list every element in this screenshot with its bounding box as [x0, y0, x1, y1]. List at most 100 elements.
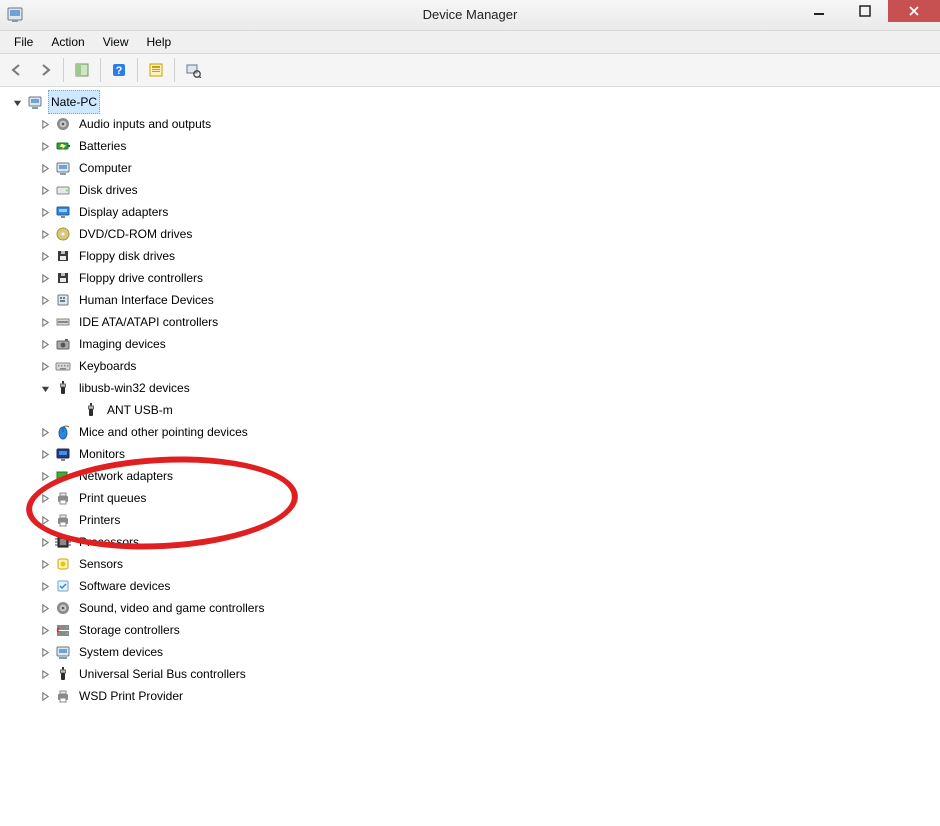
expand-icon[interactable]	[38, 183, 52, 197]
toolbar-separator	[63, 58, 64, 82]
expand-icon[interactable]	[38, 117, 52, 131]
expand-icon[interactable]	[38, 447, 52, 461]
speaker-icon	[54, 599, 72, 617]
expand-icon[interactable]	[38, 205, 52, 219]
tree-category-audio[interactable]: Audio inputs and outputs	[4, 113, 940, 135]
expand-icon[interactable]	[38, 337, 52, 351]
menu-view[interactable]: View	[95, 31, 137, 53]
tree-category-floppy[interactable]: Floppy disk drives	[4, 245, 940, 267]
tree-category-usbctl[interactable]: Universal Serial Bus controllers	[4, 663, 940, 685]
maximize-button[interactable]	[842, 0, 888, 22]
tree-item-label: Human Interface Devices	[76, 288, 217, 312]
scan-hardware-button[interactable]	[180, 57, 206, 83]
tree-root-computer[interactable]: Nate-PC	[4, 91, 940, 113]
tree-item-label: Printers	[76, 508, 123, 532]
keyboard-icon	[54, 357, 72, 375]
tree-category-ide[interactable]: IDE ATA/ATAPI controllers	[4, 311, 940, 333]
tree-category-hid[interactable]: Human Interface Devices	[4, 289, 940, 311]
tree-item-label: Batteries	[76, 134, 129, 158]
tree-item-label: libusb-win32 devices	[76, 376, 193, 400]
properties-button[interactable]	[143, 57, 169, 83]
expand-icon[interactable]	[38, 139, 52, 153]
tree-category-mice[interactable]: Mice and other pointing devices	[4, 421, 940, 443]
tree-category-batt[interactable]: Batteries	[4, 135, 940, 157]
show-hide-tree-button[interactable]	[69, 57, 95, 83]
tree-category-display[interactable]: Display adapters	[4, 201, 940, 223]
expand-icon[interactable]	[38, 557, 52, 571]
tree-item-label: Imaging devices	[76, 332, 169, 356]
expand-icon[interactable]	[38, 227, 52, 241]
menu-help[interactable]: Help	[139, 31, 180, 53]
menu-file[interactable]: File	[6, 31, 41, 53]
tree-category-sound[interactable]: Sound, video and game controllers	[4, 597, 940, 619]
device-tree-pane[interactable]: Nate-PCAudio inputs and outputsBatteries…	[0, 86, 940, 826]
hid-icon	[54, 291, 72, 309]
expand-icon[interactable]	[38, 513, 52, 527]
expand-icon[interactable]	[38, 315, 52, 329]
nic-icon	[54, 467, 72, 485]
usb-icon	[54, 665, 72, 683]
app-icon	[6, 5, 26, 25]
tree-item-label: Storage controllers	[76, 618, 183, 642]
collapse-icon[interactable]	[38, 381, 52, 395]
expand-icon[interactable]	[38, 601, 52, 615]
tree-device-antusbm[interactable]: ANT USB-m	[4, 399, 940, 421]
close-button[interactable]	[888, 0, 940, 22]
tree-item-label: Mice and other pointing devices	[76, 420, 251, 444]
expand-icon[interactable]	[38, 359, 52, 373]
titlebar: Device Manager	[0, 0, 940, 31]
tree-item-label: Processors	[76, 530, 142, 554]
tree-category-floppyc[interactable]: Floppy drive controllers	[4, 267, 940, 289]
expand-icon[interactable]	[38, 425, 52, 439]
printer-icon	[54, 489, 72, 507]
tree-category-sys[interactable]: System devices	[4, 641, 940, 663]
minimize-button[interactable]	[796, 0, 842, 22]
expand-icon[interactable]	[38, 535, 52, 549]
expand-icon[interactable]	[38, 645, 52, 659]
tree-category-net[interactable]: Network adapters	[4, 465, 940, 487]
expand-icon[interactable]	[38, 271, 52, 285]
tree-item-label: Sensors	[76, 552, 126, 576]
expand-icon[interactable]	[38, 667, 52, 681]
expand-icon[interactable]	[38, 293, 52, 307]
tree-category-keyboard[interactable]: Keyboards	[4, 355, 940, 377]
camera-icon	[54, 335, 72, 353]
dvd-icon	[54, 225, 72, 243]
menubar: File Action View Help	[0, 31, 940, 54]
tree-category-computer[interactable]: Computer	[4, 157, 940, 179]
expand-icon[interactable]	[38, 579, 52, 593]
tree-category-storctl[interactable]: Storage controllers	[4, 619, 940, 641]
expand-icon[interactable]	[38, 249, 52, 263]
collapse-icon[interactable]	[10, 95, 24, 109]
toolbar-separator	[137, 58, 138, 82]
nav-forward-button[interactable]	[32, 57, 58, 83]
tree-item-label: DVD/CD-ROM drives	[76, 222, 195, 246]
tree-category-monitor[interactable]: Monitors	[4, 443, 940, 465]
tree-category-printq[interactable]: Print queues	[4, 487, 940, 509]
tree-category-dvd[interactable]: DVD/CD-ROM drives	[4, 223, 940, 245]
tree-category-disk[interactable]: Disk drives	[4, 179, 940, 201]
tree-category-wsd[interactable]: WSD Print Provider	[4, 685, 940, 707]
speaker-icon	[54, 115, 72, 133]
nav-back-button[interactable]	[4, 57, 30, 83]
help-button[interactable]: ?	[106, 57, 132, 83]
expand-icon[interactable]	[38, 161, 52, 175]
battery-icon	[54, 137, 72, 155]
computer-icon	[26, 93, 44, 111]
tree-item-label: IDE ATA/ATAPI controllers	[76, 310, 221, 334]
expand-icon[interactable]	[38, 689, 52, 703]
sensor-icon	[54, 555, 72, 573]
tree-category-proc[interactable]: Processors	[4, 531, 940, 553]
expand-icon[interactable]	[38, 469, 52, 483]
toolbar-separator	[100, 58, 101, 82]
ide-icon	[54, 313, 72, 331]
expand-icon[interactable]	[38, 491, 52, 505]
expand-icon[interactable]	[38, 623, 52, 637]
tree-category-sw[interactable]: Software devices	[4, 575, 940, 597]
tree-category-imaging[interactable]: Imaging devices	[4, 333, 940, 355]
tree-category-sensor[interactable]: Sensors	[4, 553, 940, 575]
menu-action[interactable]: Action	[43, 31, 92, 53]
tree-category-libusb[interactable]: libusb-win32 devices	[4, 377, 940, 399]
tree-category-printer[interactable]: Printers	[4, 509, 940, 531]
toolbar: ?	[0, 54, 940, 87]
